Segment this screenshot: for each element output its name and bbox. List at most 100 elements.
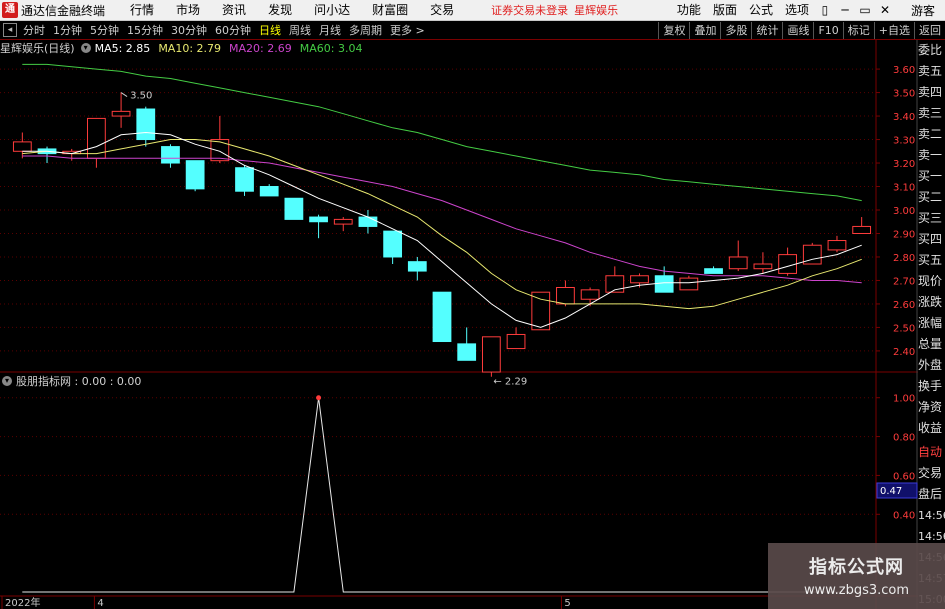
ma20-label: MA20: 2.69 <box>229 41 292 55</box>
time-axis-label: 4 <box>97 598 103 609</box>
menu-functions[interactable]: 功能 <box>671 0 707 21</box>
ma10-line <box>22 139 862 310</box>
indicator-legend: ▾ 股朋指标网 : 0.00 : 0.00 <box>0 374 145 388</box>
period-toolbar: ◂ 分时 1分钟 5分钟 15分钟 30分钟 60分钟 日线 周线 月线 多周期… <box>0 21 945 40</box>
period-weekly[interactable]: 周线 <box>285 22 315 38</box>
candle-down <box>136 108 156 141</box>
tool-statistics[interactable]: 统计 <box>751 21 782 39</box>
menu-wealth-circle[interactable]: 财富圈 <box>361 0 419 21</box>
indicator-tick-label: 0.60 <box>893 471 915 482</box>
period-15min[interactable]: 15分钟 <box>123 22 167 38</box>
period-more[interactable]: 更多 > <box>386 22 429 38</box>
stock-name-title: 星辉娱乐 <box>574 4 619 17</box>
candle-up <box>827 240 847 251</box>
price-tick-label: 2.50 <box>893 323 915 334</box>
price-tick-label: 2.60 <box>893 300 915 311</box>
tool-draw-line[interactable]: 画线 <box>782 21 813 39</box>
candle-down <box>383 230 403 258</box>
period-daily[interactable]: 日线 <box>255 22 285 38</box>
candle-up <box>630 275 649 284</box>
candle-down <box>704 268 723 274</box>
app-title: 通达信金融终端 <box>21 3 106 18</box>
candle-up <box>111 110 131 117</box>
price-tick-label: 3.60 <box>893 65 915 76</box>
indicator-peak-dot <box>316 395 322 401</box>
menu-trade[interactable]: 交易 <box>419 0 465 21</box>
time-axis-label: 2022年 <box>5 596 40 609</box>
guest-user[interactable]: 游客 <box>895 2 945 19</box>
candle-down <box>309 216 328 223</box>
indicator-tick-label: 0.40 <box>893 510 915 521</box>
period-intraday[interactable]: 分时 <box>19 22 49 38</box>
trade-login-status[interactable]: 证券交易未登录 <box>491 2 568 18</box>
low-label: ← 2.29 <box>493 377 527 388</box>
indicator-tick-label: 1.00 <box>893 394 915 405</box>
main-chart-legend: 星辉娱乐(日线) ▾ MA5: 2.85 MA10: 2.79 MA20: 2.… <box>0 41 370 56</box>
period-monthly[interactable]: 月线 <box>315 22 345 38</box>
book-label: 外盘 <box>918 358 943 372</box>
menu-quotes[interactable]: 行情 <box>119 0 165 21</box>
price-tick-label: 2.80 <box>893 253 915 264</box>
book-label: 净资 <box>918 400 943 414</box>
indicator-line <box>22 397 862 593</box>
candle-up <box>556 287 575 305</box>
period-multi[interactable]: 多周期 <box>345 22 386 38</box>
candle-down <box>185 160 205 190</box>
collapse-box-icon[interactable]: ◂ <box>3 23 17 37</box>
tool-add-watchlist[interactable]: +自选 <box>873 21 914 39</box>
chart-canvas[interactable]: 3.60 3.50 3.40 3.30 3.20 3.10 3.00 2.90 2.80 2.70… <box>0 0 945 609</box>
book-label: 卖一 <box>918 148 943 162</box>
price-tick-label: 3.30 <box>893 136 915 147</box>
book-trade[interactable]: 交易 <box>918 463 945 484</box>
period-60min[interactable]: 60分钟 <box>211 22 255 38</box>
book-auto[interactable]: 自动 <box>918 442 945 463</box>
book-label: 卖五 <box>918 64 943 78</box>
menu-market[interactable]: 市场 <box>165 0 211 21</box>
tool-back[interactable]: 返回 <box>914 21 945 39</box>
tool-adjust[interactable]: 复权 <box>658 21 689 39</box>
period-5min[interactable]: 5分钟 <box>86 22 123 38</box>
period-30min[interactable]: 30分钟 <box>167 22 211 38</box>
tool-f10[interactable]: F10 <box>813 21 842 39</box>
candle-up <box>12 141 32 152</box>
book-label: 现价 <box>918 274 943 288</box>
book-label: 买三 <box>918 211 943 225</box>
maximize-icon[interactable]: ▭ <box>855 0 875 21</box>
menu-layout[interactable]: 版面 <box>707 0 743 21</box>
candle-down <box>161 146 180 164</box>
close-icon[interactable]: ✕ <box>875 0 895 21</box>
candle-down <box>284 197 304 220</box>
menu-ask[interactable]: 问小达 <box>303 0 361 21</box>
tool-multi-stock[interactable]: 多股 <box>720 21 751 39</box>
high-label: 3.50 <box>130 91 152 102</box>
candle-up <box>778 254 797 274</box>
price-tick-label: 2.90 <box>893 229 915 240</box>
tool-mark[interactable]: 标记 <box>842 21 874 39</box>
menu-discover[interactable]: 发现 <box>257 0 303 21</box>
price-tick-label: 3.50 <box>893 89 915 100</box>
menu-news[interactable]: 资讯 <box>211 0 257 21</box>
app-logo-icon: 通 <box>2 2 18 18</box>
menu-bar: 通 通达信金融终端 行情 市场 资讯 发现 问小达 财富圈 交易 证券交易未登录… <box>0 0 945 21</box>
ma60-label: MA60: 3.04 <box>299 41 363 55</box>
tool-overlay[interactable]: 叠加 <box>689 21 720 39</box>
candle-down <box>259 186 279 197</box>
candle-down <box>358 216 378 227</box>
minimize-icon[interactable]: ─ <box>835 0 855 21</box>
indicator-toggle-icon[interactable]: ▾ <box>2 376 12 386</box>
order-book-panel: 委比 卖五 卖四 卖三 卖二 卖一 买一 买二 买三 买四 买五 现价 涨跌 涨幅 总量 外盘 换手 净资 收益 自动… <box>918 40 945 609</box>
restore-icon[interactable]: ▯ <box>815 0 835 21</box>
price-tick-label: 3.40 <box>893 112 915 123</box>
book-label: 买二 <box>918 190 943 204</box>
high-marker <box>120 92 128 97</box>
candle-down <box>235 167 254 192</box>
menu-options[interactable]: 选项 <box>779 0 815 21</box>
menu-formula[interactable]: 公式 <box>743 0 779 21</box>
legend-toggle-icon[interactable]: ▾ <box>80 43 91 53</box>
candle-up <box>506 333 526 350</box>
watermark-title: 指标公式网 <box>809 557 904 578</box>
indicator-tick-label: 0.80 <box>893 433 915 444</box>
period-1min[interactable]: 1分钟 <box>49 22 86 38</box>
book-after[interactable]: 盘后 <box>918 484 945 505</box>
book-label: 委比 <box>918 43 943 57</box>
